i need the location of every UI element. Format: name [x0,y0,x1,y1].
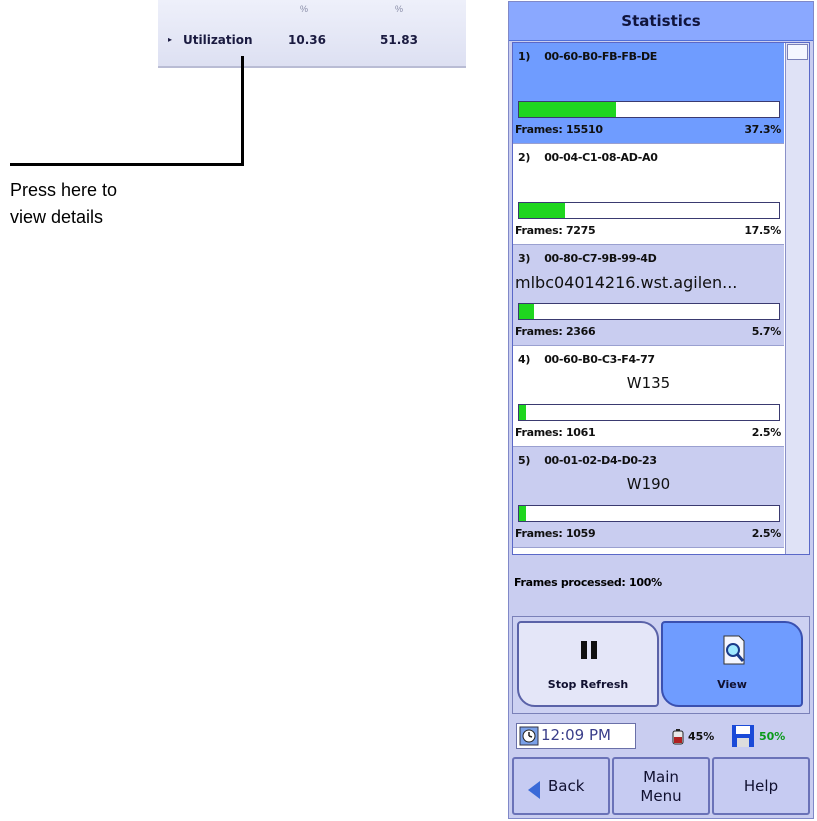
action-button-area: Stop Refresh View [512,616,810,714]
utilization-column-header: % [300,4,309,14]
stop-refresh-label: Stop Refresh [547,678,629,691]
mac-address: 5) 00-01-02-D4-D0-23 [518,454,657,467]
main-menu-button[interactable]: Main Menu [612,757,710,815]
row-divider [513,547,784,548]
utilization-strip: % % ▸ Utilization 10.36 51.83 [158,0,466,68]
callout-text: Press here to view details [10,177,210,231]
progress-bar [518,101,780,118]
help-button[interactable]: Help [712,757,810,815]
callout-line [10,163,244,166]
utilization-label: Utilization [183,33,253,47]
progress-bar [518,404,780,421]
list-item[interactable]: 4) 00-60-B0-C3-F4-77 W135 Frames: 1061 2.5% [513,346,784,447]
pause-icon [580,641,600,661]
hostname: mlbc04014216.wst.agilen... [515,273,738,292]
clock-icon [519,726,539,746]
mac-address: 1) 00-60-B0-FB-FB-DE [518,50,658,63]
progress-bar-fill [519,506,526,521]
back-label: Back [548,777,585,795]
mac-address: 3) 00-80-C7-9B-99-4D [518,252,657,265]
frame-percent: 17.5% [744,224,781,237]
progress-bar [518,202,780,219]
frames-processed-status: Frames processed: 100% [514,576,662,589]
list-item[interactable]: 1) 00-60-B0-FB-FB-DE Frames: 15510 37.3% [513,43,784,144]
view-label: View [717,678,747,691]
main-menu-label-line-2: Menu [640,787,682,805]
status-bar: 12:09 PM 45% 50% [512,721,810,751]
stop-refresh-button[interactable]: Stop Refresh [517,621,659,707]
frame-count: Frames: 1059 [515,527,596,540]
frame-count: Frames: 2366 [515,325,596,338]
battery-percent: 45% [688,730,715,743]
callout-line-2: view details [10,207,104,227]
callout-line-1: Press here to [10,180,118,200]
mac-address: 4) 00-60-B0-C3-F4-77 [518,353,655,366]
clock-time: 12:09 PM [541,726,611,744]
main-menu-label-line-1: Main [643,768,679,786]
back-button[interactable]: Back [512,757,610,815]
hostname: W190 [626,475,671,493]
list-item[interactable]: 5) 00-01-02-D4-D0-23 W190 Frames: 1059 2.5% [513,447,784,548]
disk-percent: 50% [759,730,786,743]
utilization-value: 10.36 [288,33,326,47]
frame-count: Frames: 7275 [515,224,596,237]
utilization-value: 51.83 [380,33,418,47]
frame-percent: 2.5% [751,527,782,540]
callout-line [241,56,244,166]
progress-bar-fill [519,304,534,319]
list-item[interactable]: 2) 00-04-C1-08-AD-A0 Frames: 7275 17.5% [513,144,784,245]
view-button[interactable]: View [661,621,803,707]
progress-bar-fill [519,405,526,420]
scrollbar[interactable] [785,43,809,554]
utilization-column-header: % [395,4,404,14]
clock-display: 12:09 PM [516,723,636,749]
utilization-row[interactable]: ▸ Utilization 10.36 51.83 [158,26,466,56]
floppy-disk-icon [732,725,754,747]
magnifier-icon [723,635,745,665]
frame-percent: 5.7% [751,325,782,338]
progress-bar [518,505,780,522]
progress-bar-fill [519,102,616,117]
list-item[interactable]: 3) 00-80-C7-9B-99-4D mlbc04014216.wst.agi… [513,245,784,346]
battery-icon [672,729,684,745]
row-expander-icon[interactable]: ▸ [168,35,172,44]
statistics-panel: Statistics 1) 00-60-B0-FB-FB-DE Frames: 1… [508,1,814,819]
frame-count: Frames: 15510 [515,123,603,136]
mac-address: 2) 00-04-C1-08-AD-A0 [518,151,658,164]
back-arrow-icon [528,781,540,799]
scrollbar-thumb[interactable] [787,44,808,60]
progress-bar [518,303,780,320]
frame-percent: 37.3% [744,123,781,136]
bottom-navigation: Back Main Menu Help [512,757,810,815]
hostname: W135 [626,374,671,392]
statistics-list: 1) 00-60-B0-FB-FB-DE Frames: 15510 37.3% 2)… [512,42,810,555]
frame-count: Frames: 1061 [515,426,596,439]
panel-title: Statistics [509,2,813,41]
progress-bar-fill [519,203,565,218]
frame-percent: 2.5% [751,426,782,439]
